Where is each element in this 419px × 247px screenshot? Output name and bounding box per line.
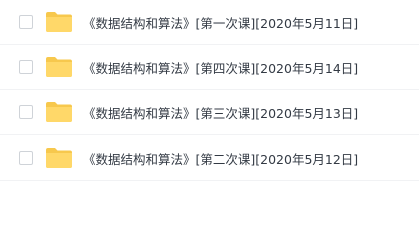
file-row[interactable]: 《数据结构和算法》[第四次课][2020年5月14日]: [0, 45, 419, 90]
folder-icon: [45, 147, 73, 169]
row-checkbox[interactable]: [19, 151, 33, 165]
file-name[interactable]: 《数据结构和算法》[第四次课][2020年5月14日]: [83, 58, 358, 77]
file-row[interactable]: 《数据结构和算法》[第一次课][2020年5月11日]: [0, 0, 419, 45]
folder-icon: [45, 56, 73, 78]
folder-icon: [45, 11, 73, 33]
row-checkbox[interactable]: [19, 15, 33, 29]
row-checkbox[interactable]: [19, 60, 33, 74]
row-checkbox[interactable]: [19, 105, 33, 119]
file-row[interactable]: 《数据结构和算法》[第二次课][2020年5月12日]: [0, 136, 419, 181]
file-row[interactable]: 《数据结构和算法》[第三次课][2020年5月13日]: [0, 90, 419, 135]
file-list: 《数据结构和算法》[第一次课][2020年5月11日] 《数据结构和算法》[第四…: [0, 0, 419, 247]
folder-icon: [45, 101, 73, 123]
file-name[interactable]: 《数据结构和算法》[第二次课][2020年5月12日]: [83, 149, 358, 168]
file-name[interactable]: 《数据结构和算法》[第三次课][2020年5月13日]: [83, 103, 358, 122]
file-name[interactable]: 《数据结构和算法》[第一次课][2020年5月11日]: [83, 13, 358, 32]
